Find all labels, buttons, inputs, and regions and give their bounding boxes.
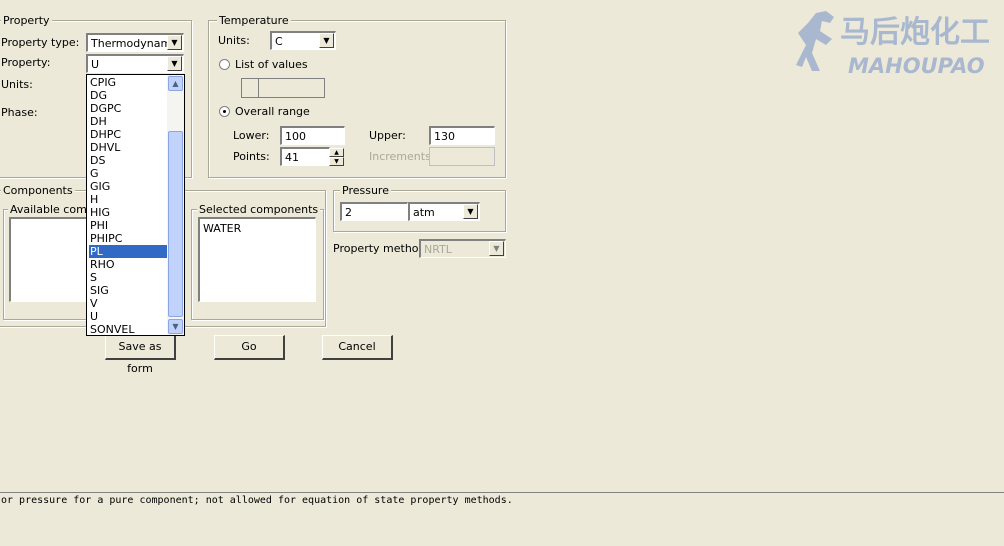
scroll-down-icon[interactable]: ▼	[168, 319, 183, 334]
points-spinner[interactable]: ▲ ▼	[329, 148, 344, 166]
list-of-values-field[interactable]	[241, 78, 325, 98]
selected-components-list[interactable]: WATER	[198, 217, 316, 302]
temperature-legend: Temperature	[217, 14, 291, 27]
property-method-dropdown-icon[interactable]: ▼	[489, 241, 504, 256]
components-legend: Components	[1, 184, 75, 197]
status-text: or pressure for a pure component; not al…	[1, 495, 513, 506]
spin-up-icon[interactable]: ▲	[329, 148, 344, 157]
dropdown-scrollbar[interactable]: ▲ ▼	[167, 75, 184, 335]
increments-label: Increments:	[369, 150, 435, 163]
property-type-dropdown-icon[interactable]: ▼	[167, 35, 182, 50]
list-of-values-label[interactable]: List of values	[235, 58, 308, 71]
dropdown-item[interactable]: PL	[89, 245, 170, 258]
cancel-button[interactable]: Cancel	[322, 335, 393, 360]
pressure-units-dropdown-icon[interactable]: ▼	[463, 204, 478, 219]
dropdown-item[interactable]: U	[89, 310, 170, 323]
dropdown-item[interactable]: HIG	[89, 206, 170, 219]
spin-down-icon[interactable]: ▼	[329, 157, 344, 166]
status-bar: or pressure for a pure component; not al…	[0, 492, 1004, 546]
increments-input[interactable]	[429, 147, 495, 166]
dropdown-item[interactable]: DGPC	[89, 102, 170, 115]
upper-input[interactable]: 130	[429, 126, 495, 145]
property-label: Property:	[1, 56, 51, 69]
dropdown-item[interactable]: DG	[89, 89, 170, 102]
lower-input[interactable]: 100	[280, 126, 345, 145]
dropdown-item[interactable]: DH	[89, 115, 170, 128]
phase-label: Phase:	[1, 106, 38, 119]
dropdown-item[interactable]: DS	[89, 154, 170, 167]
pressure-legend: Pressure	[340, 184, 391, 197]
points-label: Points:	[233, 150, 270, 163]
list-of-values-radio[interactable]	[219, 59, 230, 70]
dropdown-item[interactable]: PHIPC	[89, 232, 170, 245]
temperature-units-label: Units:	[218, 34, 250, 47]
watermark-chinese: 马后炮化工	[840, 15, 990, 50]
property-dropdown-icon[interactable]: ▼	[167, 56, 182, 71]
units-label: Units:	[1, 78, 33, 91]
property-value: U	[91, 58, 100, 71]
dropdown-item[interactable]: V	[89, 297, 170, 310]
dropdown-item[interactable]: SIG	[89, 284, 170, 297]
overall-range-radio[interactable]	[219, 106, 230, 117]
dropdown-item[interactable]: SONVEL	[89, 323, 170, 336]
overall-range-label[interactable]: Overall range	[235, 105, 310, 118]
scroll-up-icon[interactable]: ▲	[168, 76, 183, 91]
property-legend: Property	[1, 14, 52, 27]
dropdown-item[interactable]: H	[89, 193, 170, 206]
lower-label: Lower:	[233, 129, 270, 142]
dropdown-item[interactable]: GIG	[89, 180, 170, 193]
property-method-value: NRTL	[424, 243, 452, 256]
dropdown-item[interactable]: DHVL	[89, 141, 170, 154]
temperature-units-value: C	[275, 35, 283, 48]
list-item[interactable]: WATER	[203, 222, 241, 235]
dropdown-item[interactable]: PHI	[89, 219, 170, 232]
dropdown-item[interactable]: S	[89, 271, 170, 284]
property-dropdown-list[interactable]: CPIG DG DGPC DH DHPC DHVL DS G GIG H HIG PHI PHIPC PL…	[86, 74, 185, 336]
available-components-list[interactable]	[9, 217, 89, 302]
property-type-label: Property type:	[1, 36, 80, 49]
scrollbar-thumb[interactable]	[168, 131, 183, 317]
temperature-units-dropdown-icon[interactable]: ▼	[319, 33, 334, 48]
selected-components-legend: Selected components	[197, 203, 321, 216]
points-input[interactable]: 41	[280, 147, 330, 166]
upper-label: Upper:	[369, 129, 406, 142]
save-as-form-button[interactable]: Save as form	[105, 335, 176, 375]
pressure-units-value: atm	[413, 206, 435, 219]
go-button[interactable]: Go	[214, 335, 285, 360]
property-method-label: Property method:	[333, 242, 430, 255]
dropdown-item[interactable]: DHPC	[89, 128, 170, 141]
dropdown-item[interactable]: G	[89, 167, 170, 180]
dropdown-item[interactable]: RHO	[89, 258, 170, 271]
horse-logo-icon	[786, 5, 846, 75]
dropdown-item[interactable]: CPIG	[89, 76, 170, 89]
pressure-input[interactable]: 2	[340, 202, 408, 221]
watermark-latin: MAHOUPAO	[848, 54, 985, 78]
